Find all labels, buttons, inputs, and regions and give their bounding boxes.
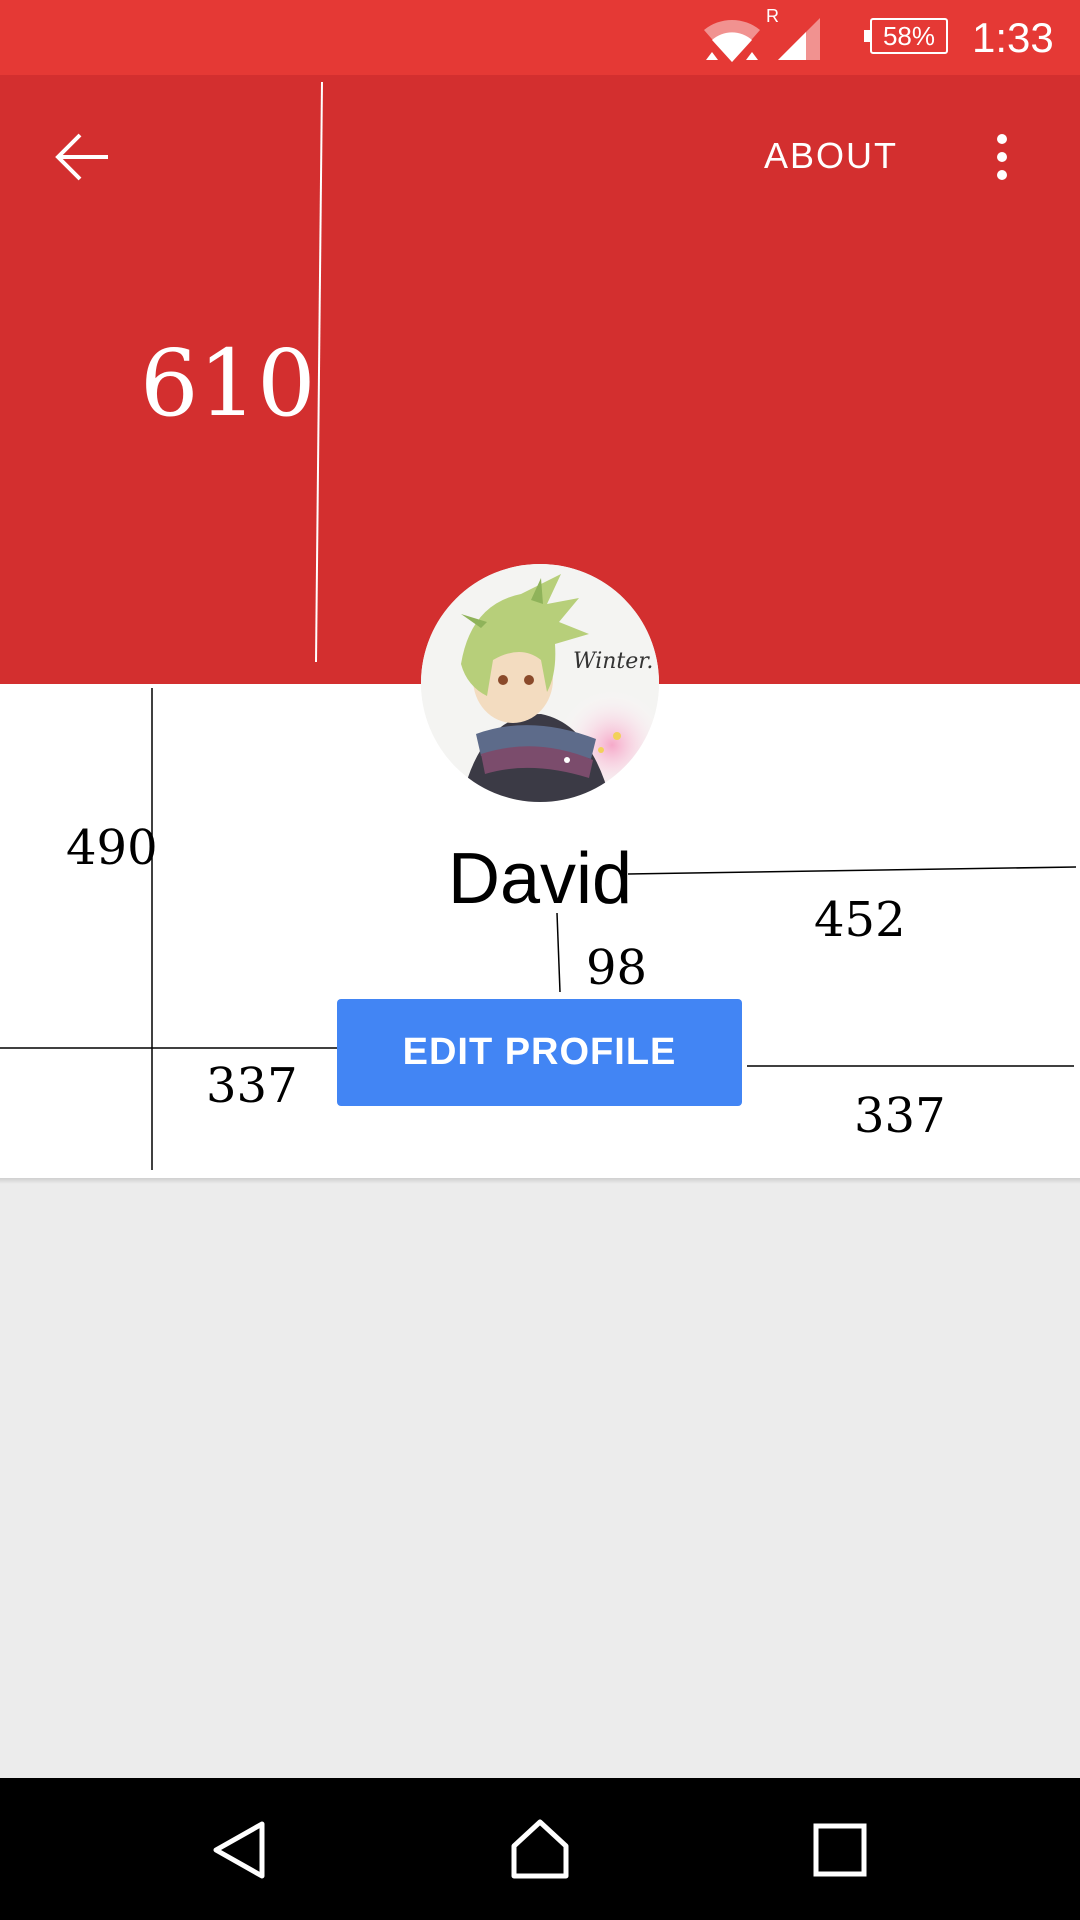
battery-icon: 58% [864,18,948,54]
avatar[interactable]: Winter. [421,564,659,802]
nav-recents-icon[interactable] [812,1822,868,1878]
wifi-icon [704,19,760,62]
about-button[interactable]: ABOUT [764,135,898,176]
navigation-bar [0,1778,1080,1920]
measure-button-left: 337 [206,1058,298,1114]
nav-home-icon[interactable] [508,1816,572,1880]
measure-button-right: 337 [854,1088,946,1144]
status-bar: R 58% 1:33 [0,0,1080,75]
card-shadow [0,1178,1080,1184]
measure-name-right: 452 [814,892,906,948]
measure-card-height: 490 [66,820,158,876]
signal-icon [778,18,820,60]
profile-name: David [447,839,633,919]
back-arrow-icon[interactable] [52,127,112,187]
avatar-caption: Winter. [573,649,653,674]
nav-back-icon[interactable] [210,1820,270,1880]
battery-percent: 58% [882,20,936,51]
status-time: 1:33 [972,14,1054,61]
measure-header-height: 610 [140,330,316,437]
more-vert-icon[interactable] [982,127,1022,187]
edit-profile-button[interactable]: EDIT PROFILE [337,999,742,1106]
measure-name-gap: 98 [586,940,648,996]
avatar-image: Winter. [421,564,659,802]
